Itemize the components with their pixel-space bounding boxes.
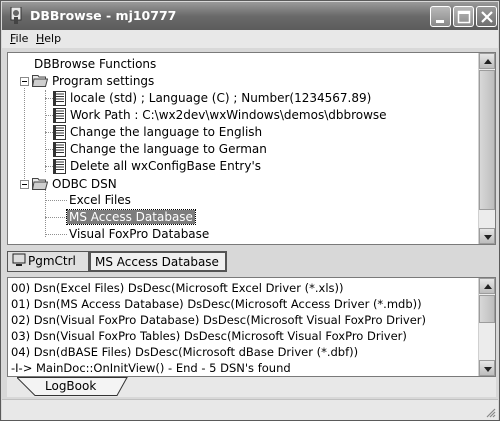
tab-strip: PgmCtrl MS Access Database <box>7 249 496 273</box>
close-icon <box>481 11 493 23</box>
scroll-down-button[interactable] <box>479 360 495 376</box>
tree-item-ms-access[interactable]: MS Access Database <box>66 209 196 225</box>
document-icon <box>53 91 66 106</box>
ms-access-label: MS Access Database <box>66 209 196 225</box>
tree-item-locale[interactable]: locale (std) ; Language (C) ; Number(123… <box>68 90 373 106</box>
log-line: 01) Dsn(MS Access Database) DsDesc(Micro… <box>11 297 422 311</box>
menu-file-label: ile <box>15 32 29 45</box>
tree-root-label: DBBrowse Functions <box>34 57 157 71</box>
visual-foxpro-label: Visual FoxPro Database <box>69 227 210 241</box>
menu-help[interactable]: Help <box>36 32 61 45</box>
document-icon <box>53 125 66 140</box>
tree-vertical-scrollbar[interactable] <box>478 53 495 244</box>
arrow-up-icon <box>484 59 492 64</box>
tree-panel[interactable]: DBBrowse Functions Program settings loca… <box>7 52 496 245</box>
document-icon <box>53 108 66 123</box>
log-line: 02) Dsn(Visual FoxPro Database) DsDesc(M… <box>11 313 427 327</box>
tree-item-delete-config[interactable]: Delete all wxConfigBase Entry's <box>68 158 263 174</box>
log-panel[interactable]: 00) Dsn(Excel Files) DsDesc(Microsoft Ex… <box>7 277 496 377</box>
folder-open-icon <box>32 178 48 190</box>
tab-ms-access-label: MS Access Database <box>95 255 219 269</box>
tab-pgmctrl[interactable]: PgmCtrl <box>7 251 89 272</box>
tree-item-lang-german[interactable]: Change the language to German <box>68 141 269 157</box>
title-bar[interactable]: DBBrowse - mj10777 <box>2 2 498 30</box>
document-icon <box>53 159 66 174</box>
scroll-down-button[interactable] <box>479 228 495 244</box>
tab-logbook[interactable]: LogBook <box>45 379 96 393</box>
log-vertical-scrollbar[interactable] <box>478 278 495 376</box>
status-bar <box>2 399 498 420</box>
scroll-up-button[interactable] <box>479 53 495 69</box>
log-tab-strip: LogBook <box>7 377 496 397</box>
close-button[interactable] <box>476 6 497 27</box>
maximize-icon <box>457 10 471 24</box>
collapse-toggle[interactable] <box>20 180 29 189</box>
tab-ms-access[interactable]: MS Access Database <box>89 251 227 272</box>
main-window: DBBrowse - mj10777 File Help DBBrowse Fu… <box>0 0 500 421</box>
log-line: 03) Dsn(Visual FoxPro Tables) DsDesc(Mic… <box>11 329 407 343</box>
work-path-label: Work Path : C:\wx2dev\wxWindows\demos\db… <box>70 108 387 122</box>
odbc-dsn-label: ODBC DSN <box>52 177 117 191</box>
monitor-icon <box>12 253 26 266</box>
arrow-down-icon <box>484 367 492 372</box>
tree-item-work-path[interactable]: Work Path : C:\wx2dev\wxWindows\demos\db… <box>68 107 389 123</box>
scroll-thumb[interactable] <box>479 70 495 210</box>
excel-files-label: Excel Files <box>69 193 131 207</box>
document-icon <box>53 142 66 157</box>
tree-guide-line <box>45 234 67 235</box>
resize-grip-icon[interactable] <box>484 406 496 418</box>
lang-german-label: Change the language to German <box>70 142 267 156</box>
menu-bar: File Help <box>2 30 498 48</box>
tree-guide-line <box>45 90 46 172</box>
folder-open-icon <box>32 75 48 87</box>
tree-guide-line <box>45 190 46 237</box>
menu-help-label: elp <box>44 32 62 45</box>
log-line: 00) Dsn(Excel Files) DsDesc(Microsoft Ex… <box>11 281 344 295</box>
tree-guide-line <box>45 217 67 218</box>
tree-root[interactable]: DBBrowse Functions <box>32 56 158 72</box>
scroll-up-button[interactable] <box>479 278 495 294</box>
menu-file[interactable]: File <box>10 32 28 45</box>
tree-view[interactable]: DBBrowse Functions Program settings loca… <box>8 53 478 244</box>
lang-english-label: Change the language to English <box>70 125 263 139</box>
tab-pgmctrl-label: PgmCtrl <box>28 254 76 268</box>
collapse-toggle[interactable] <box>20 77 29 86</box>
minimize-icon <box>436 20 444 23</box>
tree-node-program-settings[interactable]: Program settings <box>50 73 156 89</box>
arrow-down-icon <box>484 235 492 240</box>
arrow-up-icon <box>484 284 492 289</box>
scroll-thumb[interactable] <box>479 295 495 323</box>
locale-label: locale (std) ; Language (C) ; Number(123… <box>70 91 372 105</box>
maximize-button[interactable] <box>453 6 474 27</box>
tree-node-odbc-dsn[interactable]: ODBC DSN <box>50 176 119 192</box>
delete-config-label: Delete all wxConfigBase Entry's <box>70 159 262 173</box>
dbbrowse-app-icon[interactable] <box>8 7 24 24</box>
log-line: 04) Dsn(dBASE Files) DsDesc(Microsoft dB… <box>11 345 359 359</box>
minimize-button[interactable] <box>430 6 451 27</box>
window-title: DBBrowse - mj10777 <box>30 8 177 23</box>
log-line: -I-> MainDoc::OnInitView() - End - 5 DSN… <box>11 361 291 375</box>
tree-item-excel-files[interactable]: Excel Files <box>67 192 133 208</box>
tree-item-visual-foxpro[interactable]: Visual FoxPro Database <box>67 226 211 242</box>
program-settings-label: Program settings <box>52 74 155 88</box>
tree-item-lang-english[interactable]: Change the language to English <box>68 124 264 140</box>
tree-guide-line <box>24 88 25 185</box>
tree-guide-line <box>45 200 67 201</box>
